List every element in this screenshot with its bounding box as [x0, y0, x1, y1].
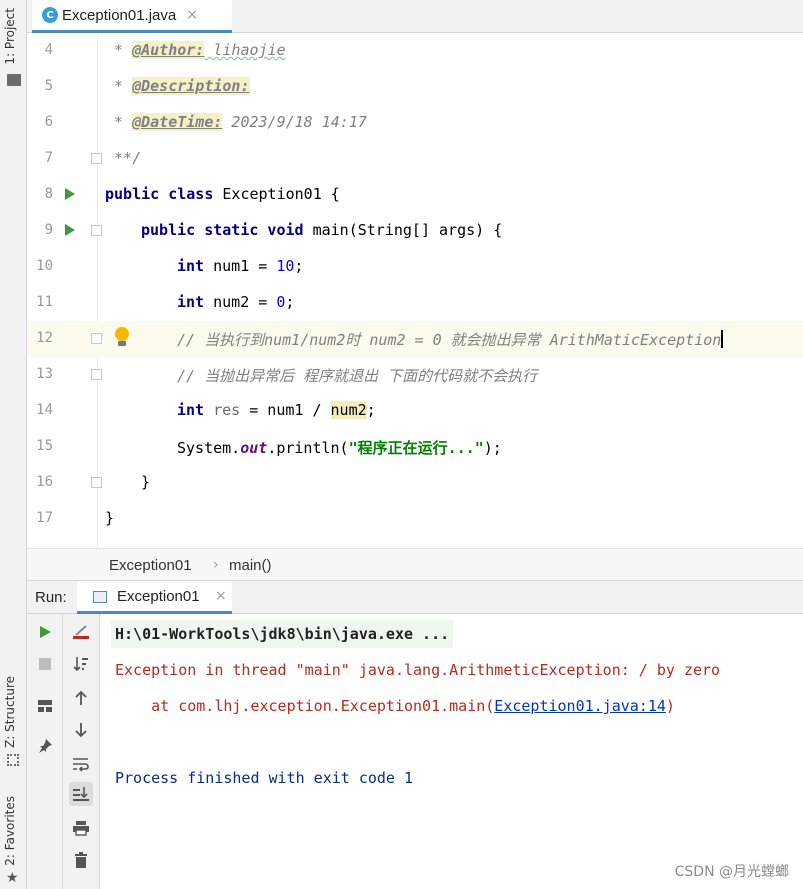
stop-icon[interactable] [33, 652, 57, 676]
code-line: 5 * @Description: [27, 69, 803, 105]
left-tool-strip: 1: Project Z: Structure 2: Favorites ★ [0, 0, 27, 889]
code-line: 7 **/ [27, 141, 803, 177]
clear-icon[interactable] [69, 620, 93, 644]
line-number: 11 [36, 294, 53, 310]
run-gutter-icon[interactable] [65, 188, 75, 200]
print-icon[interactable] [69, 816, 93, 840]
breadcrumb: Exception01 › main() [27, 548, 803, 581]
run-icon[interactable] [33, 620, 57, 644]
lightbulb-icon[interactable] [115, 327, 129, 347]
console-output[interactable]: H:\01-WorkTools\jdk8\bin\java.exe ... Ex… [100, 614, 803, 889]
breadcrumb-class[interactable]: Exception01 [109, 557, 192, 574]
structure-tab[interactable]: Z: Structure [3, 676, 17, 748]
fold-icon[interactable] [91, 225, 102, 236]
chevron-right-icon: › [213, 557, 219, 573]
line-number: 14 [36, 402, 53, 418]
star-icon[interactable]: ★ [6, 870, 22, 886]
code-line: 11 int num2 = 0; [27, 285, 803, 321]
fold-icon[interactable] [91, 477, 102, 488]
line-number: 12 [36, 330, 53, 346]
line-number: 6 [44, 114, 53, 130]
fold-icon[interactable] [91, 369, 102, 380]
pin-icon[interactable] [33, 734, 57, 758]
line-number: 8 [44, 186, 53, 202]
code-line: 14 int res = num1 / num2; [27, 393, 803, 429]
doc-tag: @Author: [132, 41, 205, 59]
run-gutter-icon[interactable] [65, 224, 75, 236]
code-line: 17 } [27, 501, 803, 537]
line-number: 7 [44, 150, 53, 166]
code-line: 9 public static void main(String[] args)… [27, 213, 803, 249]
doc-tag: @Description: [132, 77, 250, 95]
run-toolbar-secondary [63, 614, 100, 889]
stacktrace-source-link[interactable]: Exception01.java:14 [494, 697, 666, 715]
close-icon[interactable]: × [215, 588, 227, 604]
console-exception-line: Exception in thread "main" java.lang.Ari… [115, 661, 721, 679]
text-caret [721, 330, 724, 348]
line-number: 13 [36, 366, 53, 382]
watermark-text: CSDN @月光螳螂 [674, 864, 789, 880]
soft-wrap-icon[interactable] [69, 752, 93, 776]
run-panel-header: Run: Exception01 × [27, 581, 803, 614]
line-number: 15 [36, 438, 53, 454]
project-tab[interactable]: 1: Project [3, 8, 17, 65]
tab-exception01-java[interactable]: C Exception01.java × [32, 0, 232, 33]
code-line: 13 // 当抛出异常后 程序就退出 下面的代码就不会执行 [27, 357, 803, 393]
code-line: 15 System.out.println("程序正在运行..."); [27, 429, 803, 465]
layout-icon[interactable] [33, 694, 57, 718]
sort-down-icon[interactable] [69, 652, 93, 676]
line-number: 10 [36, 258, 53, 274]
structure-icon[interactable] [7, 754, 19, 766]
up-arrow-icon[interactable] [69, 686, 93, 710]
editor-tab-bar: C Exception01.java × [27, 0, 803, 33]
down-arrow-icon[interactable] [69, 718, 93, 742]
comment-text: // 当执行到num1/num2时 num2 = 0 就会抛出异常 ArithM… [177, 331, 722, 349]
console-command-line: H:\01-WorkTools\jdk8\bin\java.exe ... [111, 620, 454, 648]
console-stacktrace-line: at com.lhj.exception.Exception01.main(Ex… [115, 697, 675, 715]
line-number: 16 [36, 474, 53, 490]
tab-run-exception01[interactable]: Exception01 × [77, 581, 232, 614]
code-line: 6 * @DateTime: 2023/9/18 14:17 [27, 105, 803, 141]
code-line: 16 } [27, 465, 803, 501]
run-toolbar-primary [27, 614, 63, 889]
code-line-current: 12 // 当执行到num1/num2时 num2 = 0 就会抛出异常 Ari… [27, 321, 803, 357]
code-line: 8 public class Exception01 { [27, 177, 803, 213]
run-tab-label: Exception01 [117, 588, 200, 605]
folder-icon[interactable] [7, 74, 21, 86]
code-line: 4 * @Author: lihaojie [27, 33, 803, 69]
highlighted-usage: num2 [330, 401, 367, 419]
code-editor[interactable]: 4 * @Author: lihaojie 5 * @Description: … [27, 33, 803, 548]
run-panel-title: Run: [35, 589, 67, 606]
line-number: 4 [44, 42, 53, 58]
trash-icon[interactable] [69, 848, 93, 872]
console-exit-line: Process finished with exit code 1 [115, 769, 414, 787]
fold-icon[interactable] [91, 333, 102, 344]
line-number: 17 [36, 510, 53, 526]
tab-title: Exception01.java [62, 6, 177, 24]
console-icon [93, 591, 107, 603]
close-icon[interactable]: × [186, 7, 198, 23]
doc-tag: @DateTime: [132, 113, 223, 131]
line-number: 5 [44, 78, 53, 94]
java-class-icon: C [42, 7, 58, 23]
code-line: 10 int num1 = 10; [27, 249, 803, 285]
scroll-to-end-icon[interactable] [69, 782, 93, 806]
breadcrumb-method[interactable]: main() [229, 557, 272, 574]
fold-icon[interactable] [91, 153, 102, 164]
line-number: 9 [44, 222, 53, 238]
favorites-tab[interactable]: 2: Favorites [3, 796, 17, 866]
